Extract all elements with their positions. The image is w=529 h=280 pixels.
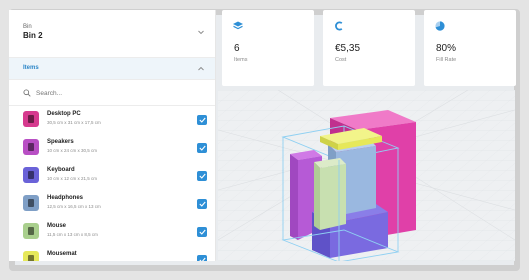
- item-dimensions: 10 cm x 24 cm x 30,5 cm: [47, 148, 98, 153]
- box-icon: [28, 143, 34, 151]
- item-checkbox[interactable]: [197, 199, 207, 209]
- item-dimensions: 11,5 cm x 13 cm x 8,5 cm: [47, 232, 98, 237]
- item-thumbnail: [23, 251, 39, 261]
- items-count-label: Items: [234, 57, 248, 63]
- item-checkbox[interactable]: [197, 255, 207, 261]
- currency-icon: [335, 21, 343, 31]
- items-list: Desktop PC 30,5 cm x 31 cm x 17,5 cm Spe…: [9, 106, 215, 261]
- item-dimensions: 30,5 cm x 31 cm x 17,5 cm: [47, 120, 101, 125]
- list-item[interactable]: Headphones 12,5 cm x 16,5 cm x 13 cm: [9, 190, 215, 218]
- items-count-value: 6: [234, 43, 240, 54]
- cost-label: Cost: [335, 57, 347, 63]
- check-icon: [198, 257, 206, 261]
- fill-rate-value: 80%: [436, 43, 457, 54]
- check-icon: [198, 145, 206, 151]
- search-bar: [9, 80, 215, 106]
- bin-3d-view[interactable]: [218, 90, 515, 261]
- item-name: Keyboard: [47, 167, 75, 173]
- layers-icon: [233, 21, 243, 30]
- mouse-box[interactable]: [314, 158, 346, 230]
- box-icon: [28, 199, 34, 207]
- search-icon: [23, 89, 31, 97]
- item-name: Desktop PC: [47, 111, 81, 117]
- item-thumbnail: [23, 111, 39, 127]
- item-thumbnail: [23, 167, 39, 183]
- fill-rate-label: Fill Rate: [436, 57, 457, 63]
- check-icon: [198, 117, 206, 123]
- item-thumbnail: [23, 223, 39, 239]
- check-icon: [198, 229, 206, 235]
- cost-value: €5,35: [335, 43, 361, 54]
- item-dimensions: 12,5 cm x 16,5 cm x 13 cm: [47, 204, 101, 209]
- item-checkbox[interactable]: [197, 171, 207, 181]
- box-icon: [28, 227, 34, 235]
- chevron-down-icon[interactable]: [197, 28, 205, 36]
- item-thumbnail: [23, 139, 39, 155]
- check-icon: [198, 201, 206, 207]
- item-thumbnail: [23, 195, 39, 211]
- items-panel: Bin Bin 2 Items Desktop PC 30,5 cm x 31 …: [9, 10, 216, 261]
- fill-rate-card: 80% Fill Rate: [424, 10, 516, 86]
- list-item[interactable]: Mouse 11,5 cm x 13 cm x 8,5 cm: [9, 218, 215, 246]
- bin-caption: Bin: [23, 24, 32, 30]
- list-item[interactable]: Speakers 10 cm x 24 cm x 30,5 cm: [9, 134, 215, 162]
- item-checkbox[interactable]: [197, 143, 207, 153]
- box-icon: [28, 171, 34, 179]
- items-section-label: Items: [23, 65, 39, 71]
- pie-chart-icon: [435, 21, 445, 31]
- box-icon: [28, 255, 34, 261]
- box-icon: [28, 115, 34, 123]
- list-item[interactable]: Keyboard 10 cm x 12 cm x 21,5 cm: [9, 162, 215, 190]
- list-item[interactable]: Mousemat: [9, 246, 215, 261]
- item-checkbox[interactable]: [197, 227, 207, 237]
- search-input[interactable]: [36, 87, 186, 99]
- item-name: Mouse: [47, 223, 67, 229]
- bin-dropdown[interactable]: Bin Bin 2: [9, 10, 215, 58]
- check-icon: [198, 173, 206, 179]
- bin-value: Bin 2: [23, 31, 43, 40]
- list-item[interactable]: Desktop PC 30,5 cm x 31 cm x 17,5 cm: [9, 106, 215, 134]
- cost-card: €5,35 Cost: [323, 10, 415, 86]
- chevron-up-icon[interactable]: [197, 65, 205, 73]
- item-name: Speakers: [47, 139, 74, 145]
- items-count-card: 6 Items: [222, 10, 314, 86]
- item-checkbox[interactable]: [197, 115, 207, 125]
- item-dimensions: 10 cm x 12 cm x 21,5 cm: [47, 176, 98, 181]
- items-section-header[interactable]: Items: [9, 58, 215, 80]
- item-name: Mousemat: [47, 251, 77, 257]
- item-name: Headphones: [47, 195, 84, 201]
